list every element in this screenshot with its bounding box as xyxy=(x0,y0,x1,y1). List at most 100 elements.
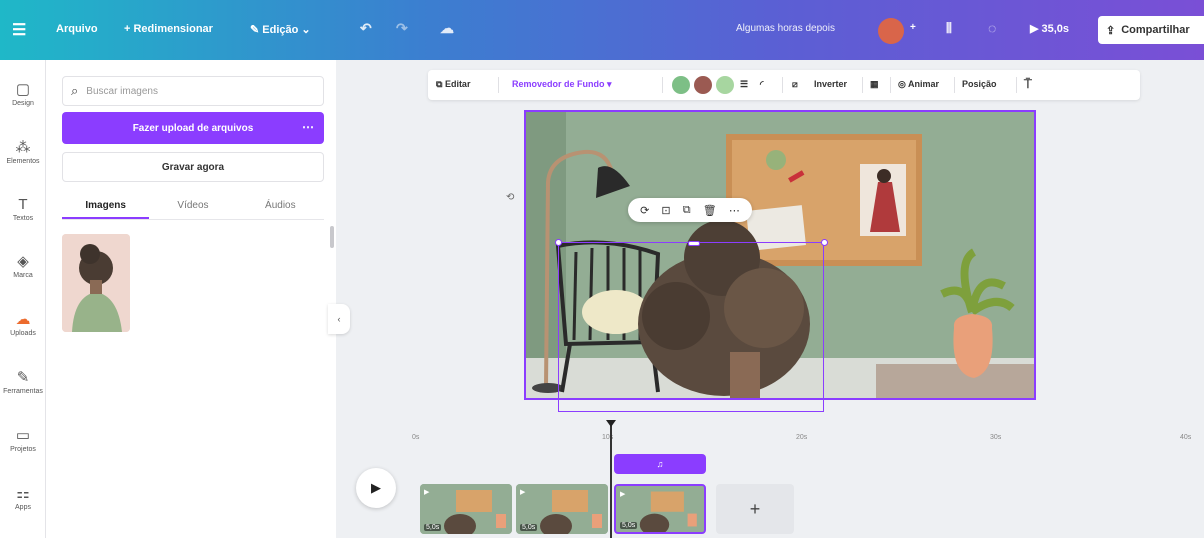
copy-style-icon[interactable]: ⍑ xyxy=(1024,76,1032,92)
resize-handle[interactable] xyxy=(821,239,828,246)
element-quick-actions: ⟳ ⊡ ⧉ 🗑 ⋯ xyxy=(628,198,752,222)
rail-label: Elementos xyxy=(6,158,40,165)
upload-cloud-icon: ☁ xyxy=(15,311,31,328)
playhead[interactable] xyxy=(610,422,612,538)
menu-icon[interactable]: ☰ xyxy=(12,20,26,40)
share-button[interactable]: ⇪ Compartilhar xyxy=(1098,16,1204,44)
rail-item-uploads[interactable]: ☁ Uploads xyxy=(0,310,46,337)
folder-icon: ▭ xyxy=(15,427,31,444)
clip-play-icon: ▶ xyxy=(424,489,430,496)
divider xyxy=(662,77,663,93)
clip-duration: 5,0s xyxy=(620,522,638,529)
rail-item-text[interactable]: T Textos xyxy=(0,196,46,222)
animate-label: Animar xyxy=(908,79,940,89)
duplicate-icon[interactable]: ⧉ xyxy=(683,204,691,217)
search-placeholder: Buscar imagens xyxy=(86,85,158,97)
color-swatch-2[interactable] xyxy=(694,76,712,94)
rail-label: Marca xyxy=(13,272,33,279)
play-icon: ▶ xyxy=(371,480,381,495)
present-button[interactable]: ▶ 35,0s xyxy=(1030,22,1069,35)
search-icon: ⌕ xyxy=(71,83,79,98)
timeline-clip[interactable]: ▶ 5,0s xyxy=(516,484,608,534)
rail-item-apps[interactable]: ⚏ Apps xyxy=(0,484,46,511)
tab-images[interactable]: Imagens xyxy=(62,194,150,219)
rail-label: Uploads xyxy=(10,330,36,337)
rail-label: Apps xyxy=(15,504,31,511)
add-clip-button[interactable]: + xyxy=(716,484,794,534)
more-icon[interactable]: ⋯ xyxy=(729,204,740,217)
resize-handle[interactable] xyxy=(555,239,562,246)
animate-button[interactable]: ◎ Animar xyxy=(898,79,939,90)
divider xyxy=(862,77,863,93)
rotate-icon[interactable]: ⟳ xyxy=(640,204,649,217)
present-duration: 35,0s xyxy=(1041,23,1070,35)
save-status: Algumas horas depois xyxy=(736,23,835,34)
resize-button[interactable]: + Redimensionar xyxy=(124,23,213,35)
corner-rounding-icon[interactable]: ◜ xyxy=(760,79,764,90)
panel-scrollbar[interactable] xyxy=(330,226,334,248)
rail-item-projects[interactable]: ▭ Projetos xyxy=(0,426,46,453)
clip-play-icon: ▶ xyxy=(620,491,626,498)
stats-icon[interactable]: ⫴ xyxy=(946,20,952,37)
audio-track[interactable]: ♫ xyxy=(614,454,706,474)
divider xyxy=(890,77,891,93)
crop-icon[interactable]: ⧄ xyxy=(792,79,798,90)
rail-item-elements[interactable]: ⁂ Elementos xyxy=(0,138,46,165)
brand-icon: ◈ xyxy=(17,253,29,270)
uploaded-image-thumbnail[interactable] xyxy=(62,234,130,332)
share-label: Compartilhar xyxy=(1121,24,1190,36)
redo-icon[interactable]: ↷ xyxy=(396,20,408,37)
undo-icon[interactable]: ↶ xyxy=(360,20,372,37)
team-caret-icon[interactable]: + xyxy=(910,22,916,33)
clip-duration: 5,0s xyxy=(520,524,538,531)
rail-item-brand[interactable]: ◈ Marca xyxy=(0,252,46,279)
edit-image-button[interactable]: ⧉ Editar xyxy=(436,79,470,90)
more-icon[interactable]: ⋯ xyxy=(302,120,314,134)
apps-icon: ⚏ xyxy=(16,485,30,502)
flip-button[interactable]: Inverter xyxy=(814,79,847,89)
background-remover-button[interactable]: Removedor de Fundo ▾ xyxy=(512,79,612,90)
tab-audios[interactable]: Áudios xyxy=(237,194,324,219)
clip-duration: 5,0s xyxy=(424,524,442,531)
rail-item-tools[interactable]: ✎ Ferramentas xyxy=(0,368,46,395)
draw-icon: ✎ xyxy=(16,369,30,386)
resize-handle[interactable] xyxy=(688,241,700,246)
cloud-save-icon[interactable]: ☁ xyxy=(440,20,454,37)
search-input[interactable]: ⌕ Buscar imagens xyxy=(62,76,324,106)
elements-icon: ⁂ xyxy=(15,139,31,156)
timeline-clip-selected[interactable]: ▶ 5,0s xyxy=(614,484,706,534)
tab-videos[interactable]: Vídeos xyxy=(149,194,236,219)
clip-play-icon: ▶ xyxy=(520,489,526,496)
timeline-clip[interactable]: ▶ 5,0s xyxy=(420,484,512,534)
rail-label: Ferramentas xyxy=(3,388,43,395)
chevron-left-icon: ‹ xyxy=(337,314,341,324)
position-button[interactable]: Posição xyxy=(962,79,997,89)
avatar[interactable] xyxy=(878,18,904,44)
playhead-handle[interactable] xyxy=(606,420,616,427)
divider xyxy=(782,77,783,93)
play-button[interactable]: ▶ xyxy=(356,468,396,508)
record-now-button[interactable]: Gravar agora xyxy=(62,152,324,182)
upload-label: Fazer upload de arquivos xyxy=(132,122,254,134)
color-swatch-3[interactable] xyxy=(716,76,734,94)
rotate-canvas-icon[interactable]: ⟲ xyxy=(506,192,514,203)
upload-files-button[interactable]: Fazer upload de arquivos ⋯ xyxy=(62,112,324,144)
transparency-icon[interactable]: ▦ xyxy=(870,79,879,90)
divider xyxy=(954,77,955,93)
rail-item-design[interactable]: ▢ Design xyxy=(0,80,46,107)
file-menu[interactable]: Arquivo xyxy=(56,23,98,35)
ruler-label: 0s xyxy=(412,434,420,441)
edit-label: Edição xyxy=(262,24,299,36)
lock-icon[interactable]: ⊡ xyxy=(661,204,670,217)
selection-box[interactable] xyxy=(558,242,824,412)
delete-icon[interactable]: 🗑 xyxy=(703,204,717,217)
border-style-icon[interactable]: ☰ xyxy=(740,79,748,90)
collapse-panel-button[interactable]: ‹ xyxy=(328,304,350,334)
media-tabs: Imagens Vídeos Áudios xyxy=(62,194,324,220)
uploads-panel: ⌕ Buscar imagens Fazer upload de arquivo… xyxy=(46,60,336,538)
ruler-label: 20s xyxy=(796,434,808,441)
divider xyxy=(498,77,499,93)
comment-icon[interactable]: ◌ xyxy=(988,20,996,36)
color-swatch-1[interactable] xyxy=(672,76,690,94)
edit-menu[interactable]: ✎ Edição ⌄ xyxy=(250,23,311,36)
